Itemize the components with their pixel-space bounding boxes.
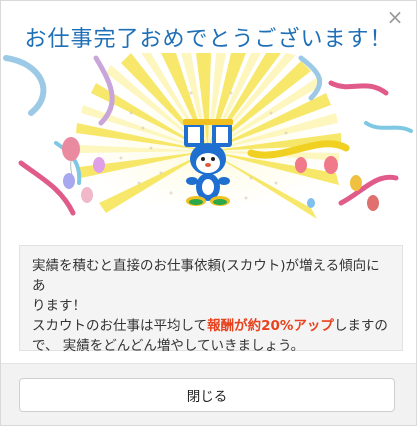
message-line: で、 実績をどんどん増やしていきましょう。 bbox=[32, 338, 305, 354]
reward-highlight: 報酬が約20%アップ bbox=[207, 318, 334, 334]
dialog-title: お仕事完了おめでとうございます！ bbox=[24, 27, 393, 52]
congratulations-dialog: × お仕事完了おめでとうございます！ 実績を積むと直接のお仕事依頼(スカウト)が… bbox=[0, 0, 417, 426]
message-line: スカウトのお仕事は平均して報酬が約20%アップしますの bbox=[32, 316, 390, 336]
message-line: 実績を積むと直接のお仕事依頼(スカウト)が増える傾向にあ bbox=[32, 258, 380, 294]
message-text: しますの bbox=[333, 318, 388, 334]
celebration-illustration bbox=[1, 53, 416, 231]
message-text: スカウトのお仕事は平均して bbox=[32, 318, 208, 334]
close-button[interactable]: 閉じる bbox=[19, 378, 395, 412]
dialog-footer: 閉じる bbox=[1, 363, 416, 425]
message-box: 実績を積むと直接のお仕事依頼(スカウト)が増える傾向にあ ります！ スカウトのお… bbox=[19, 245, 403, 354]
message-line: ります！ bbox=[32, 298, 86, 314]
